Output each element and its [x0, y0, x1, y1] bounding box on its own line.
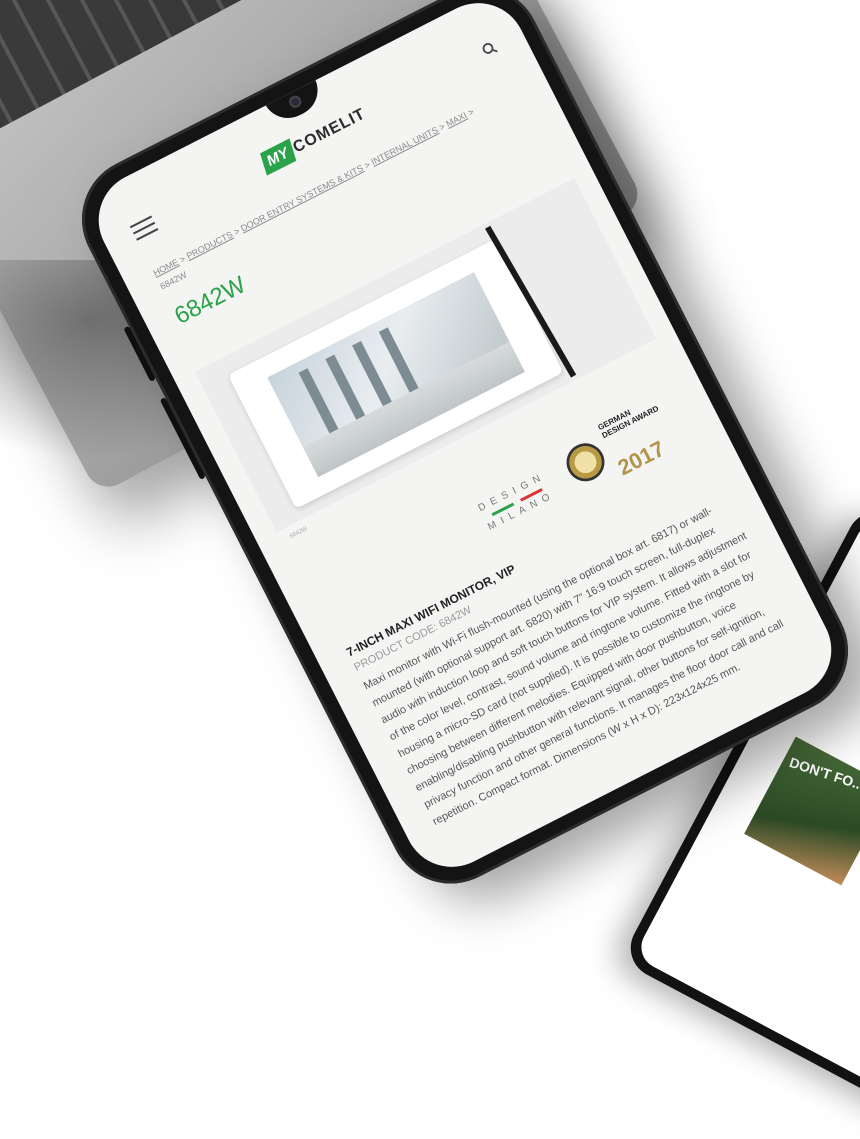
- search-icon[interactable]: [480, 39, 499, 58]
- award-medal-icon: [559, 436, 612, 488]
- breadcrumb-internal-units[interactable]: INTERNAL UNITS: [370, 125, 440, 167]
- product-image-caption: 6842W: [289, 526, 309, 541]
- design-milano-logo: DESIGN MILANO: [476, 470, 558, 533]
- hamburger-icon[interactable]: [129, 215, 159, 241]
- front-camera-icon: [287, 93, 304, 110]
- breadcrumb-products[interactable]: PRODUCTS: [185, 229, 235, 261]
- monitor-screen-photo: [267, 272, 525, 478]
- logo-my-badge: MY: [260, 138, 296, 176]
- breadcrumb-maxi[interactable]: MAXI: [444, 110, 468, 129]
